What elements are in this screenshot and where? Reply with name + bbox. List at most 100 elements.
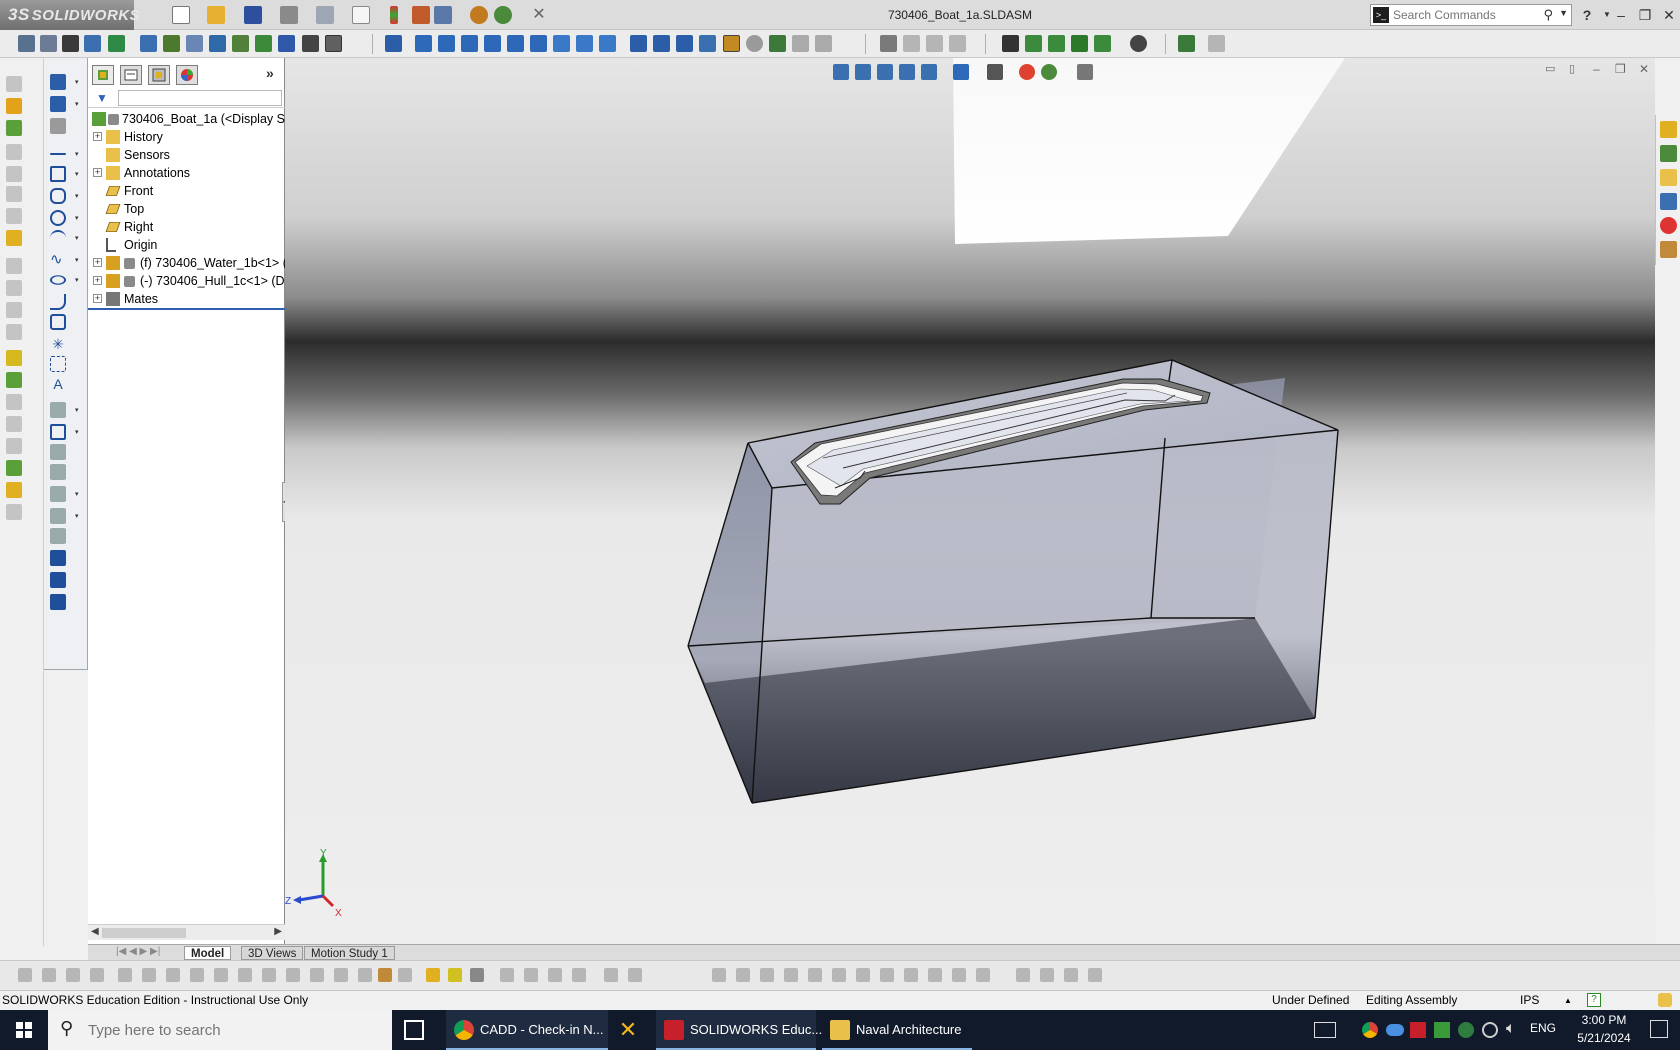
chevron-down-icon[interactable]: ▾	[75, 214, 79, 222]
mate-reference-icon[interactable]	[6, 230, 22, 246]
component-icon[interactable]	[163, 35, 180, 52]
section-view-icon[interactable]	[769, 35, 786, 52]
tree-item-730406_boat_1a[interactable]: 730406_Boat_1a (<Display Sta	[88, 110, 285, 128]
task-view-icon[interactable]	[404, 1020, 424, 1040]
quick-snaps-icon[interactable]	[50, 572, 66, 588]
right-view-icon[interactable]	[484, 35, 501, 52]
smart-fasteners-icon[interactable]	[1094, 35, 1111, 52]
expand-toggle-icon[interactable]: +	[93, 132, 102, 141]
tree-filter-field[interactable]	[118, 90, 282, 106]
design-library-icon[interactable]	[1660, 145, 1677, 162]
view-orientation-icon[interactable]	[953, 64, 969, 80]
mate-icon[interactable]	[140, 35, 157, 52]
expand-toggle-icon[interactable]: +	[93, 168, 102, 177]
graphics-area[interactable]: ▭ ▯ – ❐ ✕ Y Z X	[285, 58, 1655, 944]
rollback-bar[interactable]	[88, 308, 285, 310]
new-document-icon[interactable]	[172, 6, 190, 24]
tree-item-right[interactable]: Right	[88, 218, 285, 236]
solidworks-resources-icon[interactable]	[1660, 121, 1677, 138]
curves-icon[interactable]	[6, 372, 22, 388]
chevron-down-icon[interactable]: ▾	[75, 192, 79, 200]
instant3d-icon[interactable]	[1130, 35, 1147, 52]
construction-geometry-icon[interactable]	[50, 356, 66, 372]
clock-date[interactable]: 5/21/2024	[1570, 1031, 1638, 1045]
display-relations-icon[interactable]	[50, 528, 66, 544]
table-icon[interactable]	[108, 35, 125, 52]
sketch-icon[interactable]	[50, 74, 66, 90]
view-palette-icon[interactable]	[1660, 193, 1677, 210]
taskbar-app-chrome[interactable]: CADD - Check-in N...	[446, 1010, 608, 1050]
print-icon[interactable]	[280, 6, 298, 24]
tab-motion-study[interactable]: Motion Study 1	[304, 946, 395, 960]
shaded-icon[interactable]	[723, 35, 740, 52]
configuration-manager-tab[interactable]	[148, 65, 170, 85]
explode-icon[interactable]	[255, 35, 272, 52]
trim-icon[interactable]	[50, 402, 66, 418]
tree-item-front[interactable]: Front	[88, 182, 285, 200]
scroll-left-icon[interactable]: ◀	[91, 926, 99, 937]
tree-item-[interactable]: + (-) 730406_Hull_1c<1> (De	[88, 272, 285, 290]
viewport-close-icon[interactable]: ✕	[1639, 62, 1649, 76]
smart-dimension-icon[interactable]	[18, 35, 35, 52]
split-line-icon[interactable]	[6, 460, 22, 476]
notification-center-icon[interactable]	[1650, 1020, 1668, 1038]
scroll-right-icon[interactable]: ▶	[274, 926, 282, 937]
viewport-minimize-icon[interactable]: –	[1593, 62, 1600, 76]
options-icon[interactable]	[434, 6, 452, 24]
offset-entities-icon[interactable]	[50, 444, 66, 460]
chevron-up-icon[interactable]: ▲	[1564, 991, 1572, 1010]
expand-toggle-icon[interactable]: +	[93, 258, 102, 267]
edit-component-icon[interactable]	[325, 35, 342, 52]
front-view-icon[interactable]	[415, 35, 432, 52]
close-button[interactable]: ✕	[1658, 4, 1680, 26]
ellipse-icon[interactable]	[50, 275, 66, 285]
circle-icon[interactable]	[50, 210, 66, 226]
apply-scene-icon[interactable]	[1041, 64, 1057, 80]
spline-icon[interactable]: ∿	[50, 252, 66, 268]
rebuild-tag-icon[interactable]	[1658, 993, 1672, 1007]
horizontal-scrollbar[interactable]: ◀ ▶	[88, 924, 285, 940]
insert-components-icon[interactable]	[1025, 35, 1042, 52]
expand-toggle-icon[interactable]: +	[93, 294, 102, 303]
view-settings-icon[interactable]	[1077, 64, 1093, 80]
point-icon[interactable]	[62, 35, 79, 52]
rotate-component-icon[interactable]	[209, 35, 226, 52]
clock-time[interactable]: 3:00 PM	[1570, 1013, 1638, 1027]
scrollbar-thumb[interactable]	[102, 928, 186, 938]
chevron-down-icon[interactable]: ▾	[75, 100, 79, 108]
chevron-down-icon[interactable]: ▼	[1559, 8, 1568, 18]
top-view-icon[interactable]	[507, 35, 524, 52]
assembly-visualization-icon[interactable]	[1178, 35, 1195, 52]
feature-tree-tab[interactable]	[92, 65, 114, 85]
tree-item-origin[interactable]: Origin	[88, 236, 285, 254]
chevron-down-icon[interactable]: ▾	[75, 406, 79, 414]
chevron-down-icon[interactable]: ▾	[75, 78, 79, 86]
chevron-down-icon[interactable]: ▾	[75, 512, 79, 520]
tree-item-f[interactable]: + (f) 730406_Water_1b<1> (I	[88, 254, 285, 272]
display-manager-tab[interactable]	[176, 65, 198, 85]
custom-properties-icon[interactable]	[1660, 241, 1677, 258]
volume-icon[interactable]: 🔈︎	[1506, 1020, 1516, 1038]
taskbar-app-xodo[interactable]: ✕	[612, 1010, 644, 1050]
tab-3d-views[interactable]: 3D Views	[241, 946, 304, 960]
pan-icon[interactable]	[676, 35, 693, 52]
section-view-icon[interactable]	[899, 64, 915, 80]
appearance-icon[interactable]	[470, 6, 488, 24]
repair-sketch-icon[interactable]	[50, 550, 66, 566]
news-widget-icon[interactable]	[1314, 1022, 1336, 1038]
smart-dimension-icon[interactable]	[50, 96, 66, 112]
unit-system-selector[interactable]: IPS	[1520, 991, 1539, 1010]
select-cursor-icon[interactable]	[352, 6, 370, 24]
save-icon[interactable]	[244, 6, 262, 24]
chevron-down-icon[interactable]: ▾	[75, 276, 79, 284]
network-icon[interactable]	[1482, 1022, 1498, 1038]
onedrive-icon[interactable]	[1386, 1024, 1404, 1036]
display-style-icon[interactable]	[987, 64, 1003, 80]
measure-icon[interactable]	[1002, 35, 1019, 52]
taskbar-search-input[interactable]	[88, 1021, 368, 1039]
move-component-icon[interactable]	[186, 35, 203, 52]
scene-icon[interactable]	[494, 6, 512, 24]
expand-toggle-icon[interactable]: +	[93, 276, 102, 285]
taskbar-app-explorer[interactable]: Naval Architecture	[822, 1010, 972, 1050]
tile-vertical-icon[interactable]: ▯	[1569, 62, 1575, 75]
